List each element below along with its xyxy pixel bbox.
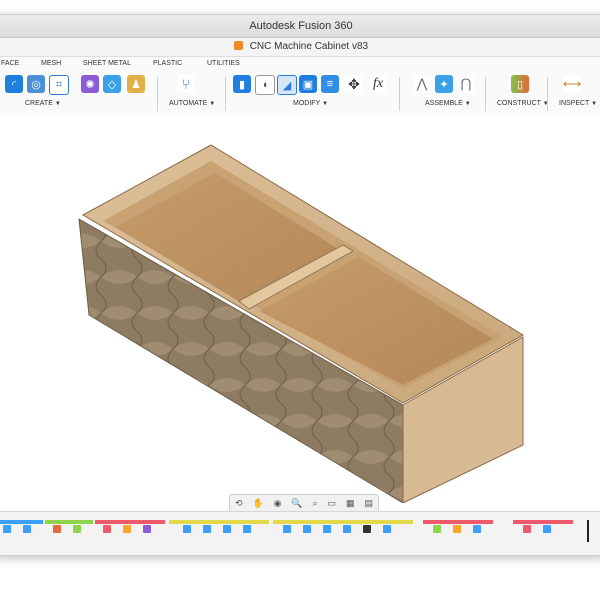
sheet-metal-icon[interactable]: ♟ xyxy=(127,75,145,93)
timeline-feature[interactable] xyxy=(453,525,461,533)
construct-menu[interactable]: CONSTRUCT ▼ xyxy=(497,100,549,107)
plastic-rule-icon[interactable]: ✺ xyxy=(81,75,99,93)
timeline-feature[interactable] xyxy=(363,525,371,533)
divider xyxy=(225,77,226,111)
tab-mesh[interactable]: MESH xyxy=(41,60,61,67)
timeline-feature[interactable] xyxy=(103,525,111,533)
timeline-feature[interactable] xyxy=(183,525,191,533)
timeline-feature[interactable] xyxy=(3,525,11,533)
inspect-caret-icon: ▼ xyxy=(591,101,598,107)
display-settings-icon[interactable]: ▭ xyxy=(328,498,337,509)
automate-icon[interactable]: ⑂ xyxy=(177,75,195,93)
combine-icon[interactable]: ≡ xyxy=(321,75,339,93)
document-bar: CNC Machine Cabinet v83 xyxy=(0,38,600,57)
tab-plastic[interactable]: PLASTIC xyxy=(153,60,182,67)
fillet-icon[interactable]: ◖ xyxy=(255,75,275,95)
create-label: CREATE xyxy=(25,100,53,107)
divider xyxy=(157,77,158,111)
timeline-strip xyxy=(273,520,413,524)
create-form-icon[interactable]: ◜ xyxy=(5,75,23,93)
timeline-feature[interactable] xyxy=(53,525,61,533)
timeline-strip xyxy=(95,520,165,524)
timeline-strip xyxy=(0,520,43,524)
timeline-feature[interactable] xyxy=(283,525,291,533)
timeline-feature[interactable] xyxy=(143,525,151,533)
look-at-icon[interactable]: ◉ xyxy=(274,498,282,509)
modify-menu[interactable]: MODIFY ▼ xyxy=(293,100,328,107)
viewports-icon[interactable]: ▤ xyxy=(364,498,373,509)
timeline-strip xyxy=(45,520,93,524)
new-component-icon[interactable]: ⋀ xyxy=(413,75,431,93)
timeline-feature[interactable] xyxy=(473,525,481,533)
tab-face[interactable]: FACE xyxy=(1,60,19,67)
modify-caret-icon: ▼ xyxy=(322,101,329,107)
inspect-label: INSPECT xyxy=(559,100,590,107)
timeline-feature[interactable] xyxy=(323,525,331,533)
tab-utilities[interactable]: UTILITIES xyxy=(207,60,240,67)
modify-label: MODIFY xyxy=(293,100,321,107)
document-title[interactable]: CNC Machine Cabinet v83 xyxy=(250,41,368,52)
navigation-bar: ⟲ ✋ ◉ 🔍 ⌕ ▭ ▦ ▤ xyxy=(229,494,379,512)
create-caret-icon: ▼ xyxy=(54,101,61,107)
timeline-feature[interactable] xyxy=(243,525,251,533)
workspace-tabs: FACE MESH SHEET METAL PLASTIC UTILITIES xyxy=(0,57,600,71)
offset-plane-icon[interactable]: ▯ xyxy=(511,75,529,93)
divider xyxy=(399,77,400,111)
window-title: Autodesk Fusion 360 xyxy=(249,20,353,32)
create-menu[interactable]: CREATE ▼ xyxy=(25,100,61,107)
timeline-feature[interactable] xyxy=(343,525,351,533)
timeline-feature[interactable] xyxy=(433,525,441,533)
timeline-feature[interactable] xyxy=(223,525,231,533)
sketch-icon[interactable]: ◎ xyxy=(27,75,45,93)
parameters-icon[interactable]: fx xyxy=(369,75,387,93)
cabinet-model[interactable] xyxy=(0,115,600,504)
as-built-joint-icon[interactable]: ⋂ xyxy=(457,75,475,93)
timeline-strip xyxy=(169,520,269,524)
timeline-feature[interactable] xyxy=(203,525,211,533)
timeline-feature[interactable] xyxy=(23,525,31,533)
zoom-icon[interactable]: 🔍 xyxy=(291,498,302,509)
shell-icon[interactable]: ◇ xyxy=(103,75,121,93)
automate-label: AUTOMATE xyxy=(169,100,208,107)
document-icon xyxy=(233,41,243,50)
timeline-feature[interactable] xyxy=(123,525,131,533)
timeline[interactable] xyxy=(0,511,600,555)
timeline-strip xyxy=(423,520,493,524)
pan-icon[interactable]: ✋ xyxy=(252,498,263,509)
fit-icon[interactable]: ⌕ xyxy=(313,498,318,509)
timeline-feature[interactable] xyxy=(303,525,311,533)
measure-icon[interactable]: ⟷ xyxy=(563,75,581,93)
orbit-icon[interactable]: ⟲ xyxy=(235,498,243,509)
inspect-menu[interactable]: INSPECT ▼ xyxy=(559,100,597,107)
timeline-feature[interactable] xyxy=(523,525,531,533)
timeline-feature[interactable] xyxy=(383,525,391,533)
timeline-strip xyxy=(513,520,573,524)
viewport[interactable] xyxy=(0,115,600,504)
grid-icon[interactable]: ▦ xyxy=(346,498,355,509)
construct-label: CONSTRUCT xyxy=(497,100,541,107)
automate-caret-icon: ▼ xyxy=(209,101,216,107)
assemble-label: ASSEMBLE xyxy=(425,100,463,107)
timeline-feature[interactable] xyxy=(73,525,81,533)
automate-menu[interactable]: AUTOMATE ▼ xyxy=(169,100,215,107)
timeline-marker[interactable] xyxy=(587,520,589,542)
joint-icon[interactable]: ✦ xyxy=(435,75,453,93)
shell-body-icon[interactable]: ▣ xyxy=(299,75,317,93)
tab-sheet-metal[interactable]: SHEET METAL xyxy=(83,60,131,67)
divider xyxy=(485,77,486,111)
fusion-window: Autodesk Fusion 360 CNC Machine Cabinet … xyxy=(0,14,600,556)
chamfer-icon[interactable]: ◢ xyxy=(277,75,297,95)
divider xyxy=(547,77,548,111)
timeline-feature[interactable] xyxy=(543,525,551,533)
window-titlebar: Autodesk Fusion 360 xyxy=(0,15,600,38)
move-icon[interactable]: ✥ xyxy=(345,75,363,93)
press-pull-icon[interactable]: ▮ xyxy=(233,75,251,93)
assemble-caret-icon: ▼ xyxy=(464,101,471,107)
assemble-menu[interactable]: ASSEMBLE ▼ xyxy=(425,100,471,107)
toolbar: ◜ ◎ ⌗ ✺ ◇ ♟ CREATE ▼ ⑂ AUTOMATE ▼ ▮ ◖ ◢ … xyxy=(0,71,600,118)
points-icon[interactable]: ⌗ xyxy=(49,75,69,95)
